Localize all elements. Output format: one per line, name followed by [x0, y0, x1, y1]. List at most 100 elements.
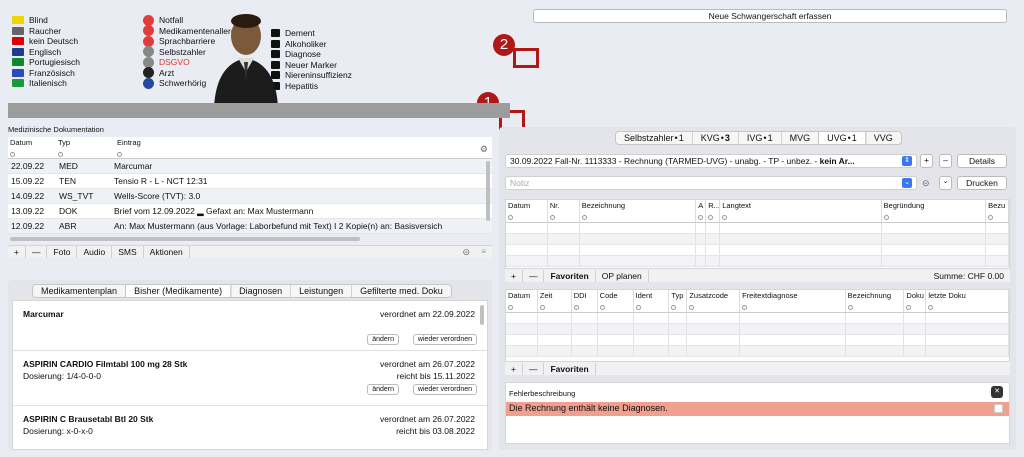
flag-item[interactable]: Raucher — [12, 26, 80, 37]
sort-icon[interactable] — [988, 215, 994, 220]
column-header[interactable]: Datum — [506, 200, 548, 222]
table-row[interactable] — [506, 346, 1009, 357]
flag-item[interactable]: Italienisch — [12, 78, 80, 89]
tab-medication[interactable]: Leistungen — [291, 285, 353, 297]
flag-item[interactable]: Diagnose — [271, 49, 352, 60]
tab-medication[interactable]: Bisher (Medikamente) — [126, 285, 232, 297]
settings-gear-icon[interactable]: ⚙ — [480, 144, 488, 155]
splitter-bar[interactable] — [8, 103, 510, 118]
reorder-button[interactable]: wieder verordnen — [412, 334, 477, 345]
vertical-scrollbar[interactable] — [486, 161, 490, 221]
flag-item[interactable]: Dement — [271, 28, 352, 39]
change-button[interactable]: ändern — [367, 384, 399, 395]
sort-icon[interactable] — [883, 215, 889, 220]
table-row[interactable] — [506, 256, 1009, 267]
table-row[interactable]: 13.09.22 DOK Brief vom 12.09.2022 ▂ Gefaxt… — [8, 204, 492, 219]
toolbar-button[interactable]: — — [523, 269, 545, 282]
toolbar-button[interactable]: Aktionen — [144, 246, 190, 258]
table-row[interactable] — [506, 245, 1009, 256]
print-dropdown-icon[interactable]: ⌄ — [939, 176, 952, 190]
column-header[interactable]: A — [696, 200, 707, 222]
toolbar-button[interactable]: — — [26, 246, 48, 258]
column-header[interactable]: Langtext — [720, 200, 882, 222]
sort-icon[interactable] — [539, 305, 545, 310]
medication-item[interactable]: ASPIRIN CARDIO Filmtabl 100 mg 28 Stk ver… — [13, 351, 487, 406]
column-header[interactable]: Begründung — [882, 200, 987, 222]
column-header[interactable]: Bezeichnung — [846, 290, 905, 312]
sort-icon[interactable] — [928, 305, 934, 310]
sort-icon[interactable] — [635, 305, 641, 310]
sort-icon[interactable] — [508, 215, 513, 220]
sort-icon[interactable] — [906, 305, 912, 310]
flag-item[interactable]: kein Deutsch — [12, 36, 80, 47]
column-header[interactable]: R... — [706, 200, 721, 222]
column-header[interactable]: Doku — [904, 290, 927, 312]
sort-icon[interactable] — [599, 305, 605, 310]
case-stepper-icon[interactable]: ⇕ — [902, 156, 912, 166]
sort-icon[interactable] — [698, 215, 704, 220]
column-header[interactable]: Nr. — [548, 200, 580, 222]
clear-icon[interactable]: ⊝ — [922, 178, 930, 189]
table-row[interactable]: 22.09.22 MED Marcumar — [8, 159, 492, 174]
patient-avatar[interactable] — [212, 8, 280, 108]
toolbar-button[interactable]: + — [505, 269, 523, 282]
tab-billing[interactable]: Selbstzahler•1 — [616, 132, 693, 144]
note-dropdown-icon[interactable]: ⌄ — [902, 178, 912, 188]
sort-icon[interactable] — [742, 305, 748, 310]
filter-icon[interactable]: ≡ — [481, 247, 486, 256]
column-header[interactable]: letzte Doku — [926, 290, 1009, 312]
error-row[interactable]: Die Rechnung enthält keine Diagnosen. — [506, 402, 1009, 416]
flag-item[interactable]: Englisch — [12, 47, 80, 58]
sort-icon[interactable] — [708, 215, 714, 220]
flag-item[interactable]: Niereninsuffizienz — [271, 70, 352, 81]
toolbar-button[interactable]: + — [505, 362, 523, 375]
tab-billing[interactable]: MVG — [782, 132, 820, 144]
sort-icon[interactable] — [722, 215, 728, 220]
medication-item[interactable]: ASPIRIN C Brausetabl Btl 20 Stk verordnet… — [13, 406, 487, 449]
horizontal-scrollbar[interactable] — [10, 237, 360, 241]
sort-icon[interactable] — [573, 305, 579, 310]
note-field[interactable]: Notiz — [505, 176, 917, 190]
tab-billing[interactable]: IVG•1 — [739, 132, 782, 144]
table-row[interactable]: 12.09.22 ABR An: Max Mustermann (aus Vorla… — [8, 219, 492, 234]
new-pregnancy-button[interactable]: Neue Schwangerschaft erfassen — [533, 9, 1007, 23]
table-row[interactable] — [506, 324, 1009, 335]
flag-item[interactable]: Alkoholiker — [271, 39, 352, 50]
sort-icon[interactable] — [671, 305, 677, 310]
medication-item[interactable]: Marcumar verordnet am 22.09.2022 ändern wie… — [13, 301, 487, 351]
toolbar-button[interactable]: SMS — [112, 246, 144, 258]
vertical-scrollbar[interactable] — [480, 305, 484, 325]
toolbar-button[interactable]: + — [8, 246, 26, 258]
sort-icon[interactable] — [847, 305, 853, 310]
flag-item[interactable]: Hepatitis — [271, 81, 352, 92]
error-checkbox[interactable] — [994, 404, 1003, 413]
error-close-icon[interactable]: ✕ — [991, 386, 1003, 398]
sort-icon[interactable] — [689, 305, 695, 310]
tab-billing[interactable]: KVG•3 — [693, 132, 739, 144]
toolbar-button[interactable]: Favoriten — [544, 362, 596, 375]
flag-item[interactable]: Neuer Marker — [271, 60, 352, 71]
table-row[interactable] — [506, 223, 1009, 234]
reorder-button[interactable]: wieder verordnen — [412, 384, 477, 395]
tab-billing[interactable]: UVG•1 — [819, 132, 866, 144]
details-button[interactable]: Details — [957, 154, 1007, 168]
column-header[interactable]: Typ — [669, 290, 688, 312]
table-row[interactable] — [506, 234, 1009, 245]
remove-case-button[interactable]: – — [939, 154, 952, 168]
flag-item[interactable]: Französisch — [12, 68, 80, 79]
toolbar-button[interactable]: OP planen — [596, 269, 649, 282]
sort-icon[interactable] — [549, 215, 555, 220]
flag-item[interactable]: Portugiesisch — [12, 57, 80, 68]
column-header[interactable]: DDI — [572, 290, 598, 312]
table-row[interactable]: 14.09.22 WS_TVT Wells-Score (TVT): 3.0 — [8, 189, 492, 204]
sort-icon[interactable] — [508, 305, 513, 310]
table-row[interactable]: 15.09.22 TEN Tensio R - L - NCT 12:31 — [8, 174, 492, 189]
column-header[interactable]: Freitextdiagnose — [740, 290, 846, 312]
toolbar-button[interactable]: Favoriten — [544, 269, 596, 282]
case-select[interactable]: 30.09.2022 Fall-Nr. 1113333 - Rechnung (… — [505, 154, 917, 168]
clear-icon[interactable]: ⊝ — [462, 247, 470, 258]
tab-medication[interactable]: Gefilterte med. Doku — [352, 285, 451, 297]
table-row[interactable] — [506, 313, 1009, 324]
tab-billing[interactable]: VVG — [866, 132, 901, 144]
change-button[interactable]: ändern — [367, 334, 399, 345]
